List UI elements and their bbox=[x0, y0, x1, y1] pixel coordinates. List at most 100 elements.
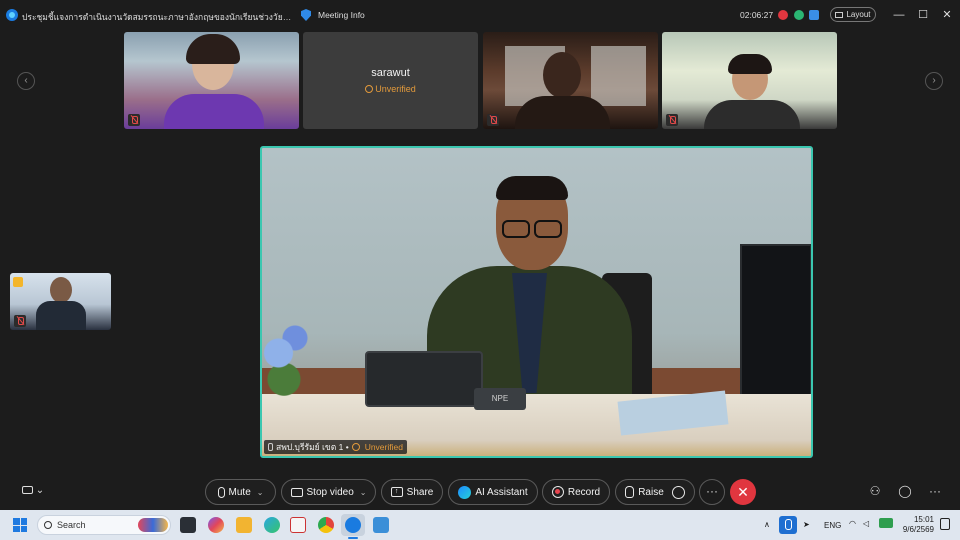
minimize-button[interactable]: — bbox=[892, 8, 906, 22]
tray-send-icon[interactable]: ➤ bbox=[803, 520, 810, 529]
window-curtain bbox=[591, 46, 646, 106]
background-monitor bbox=[740, 244, 811, 396]
camera-icon bbox=[290, 487, 303, 497]
notifications-icon[interactable] bbox=[940, 518, 950, 530]
windows-taskbar: Search ∧ ➤ ENG ◠ ◁ 15:01 9/6/2569 bbox=[0, 510, 960, 540]
mic-muted-icon bbox=[666, 114, 678, 126]
mic-muted-icon bbox=[128, 114, 140, 126]
meeting-controls: ⌄ Mute ⌄ Stop video ⌄ ↑ Share AI Assista… bbox=[0, 478, 960, 508]
edge-icon[interactable] bbox=[264, 517, 280, 533]
self-body bbox=[36, 301, 86, 330]
connection-status-icon[interactable] bbox=[794, 10, 804, 20]
more-panels-icon[interactable]: ··· bbox=[927, 483, 943, 499]
tablet-device bbox=[365, 351, 483, 407]
captions-button[interactable]: ⌄ bbox=[22, 485, 44, 496]
record-icon bbox=[551, 486, 564, 498]
battery-icon[interactable] bbox=[879, 518, 893, 528]
tray-overflow-icon[interactable]: ∧ bbox=[764, 520, 770, 529]
warning-icon bbox=[351, 443, 360, 451]
active-app-indicator bbox=[348, 537, 358, 539]
share-label: Share bbox=[406, 486, 434, 498]
webex-logo-icon bbox=[6, 9, 18, 21]
participant-hair bbox=[728, 54, 772, 74]
ai-assistant-label: AI Assistant bbox=[475, 486, 528, 498]
volume-icon[interactable]: ◁ bbox=[863, 519, 869, 528]
participant-tile[interactable] bbox=[483, 32, 658, 129]
mic-icon bbox=[268, 443, 273, 451]
mic-muted-icon bbox=[14, 315, 26, 327]
file-explorer-icon[interactable] bbox=[236, 517, 252, 533]
next-page-button[interactable]: › bbox=[925, 72, 943, 90]
webex-meeting-window: ประชุมชี้แจงการดำเนินงานวัดสมรรถนะภาษาอั… bbox=[0, 0, 960, 510]
meeting-info-link[interactable]: Meeting Info bbox=[318, 10, 365, 20]
speaker-name-label: สพป.บุรีรัมย์ เขต 1 • Unverified bbox=[264, 440, 407, 454]
desk-microphone: NPE bbox=[474, 388, 526, 410]
maximize-button[interactable]: ☐ bbox=[916, 8, 930, 22]
microphone-icon bbox=[217, 486, 225, 498]
chevron-down-icon[interactable]: ⌄ bbox=[257, 488, 264, 497]
participant-tile[interactable] bbox=[662, 32, 837, 129]
participant-body bbox=[515, 96, 610, 129]
self-view-tile[interactable] bbox=[10, 273, 111, 330]
layout-icon bbox=[835, 11, 844, 18]
stop-video-button[interactable]: Stop video ⌄ bbox=[281, 479, 376, 505]
flower-vase bbox=[262, 323, 317, 398]
taskbar-search-box[interactable]: Search bbox=[37, 515, 171, 535]
reactions-icon[interactable] bbox=[671, 485, 685, 499]
speaker-name: สพป.บุรีรัมย์ เขต 1 • bbox=[276, 442, 349, 452]
notes-icon[interactable] bbox=[809, 10, 819, 20]
photos-icon[interactable] bbox=[373, 517, 389, 533]
meeting-title: ประชุมชี้แจงการดำเนินงานวัดสมรรถนะภาษาอั… bbox=[22, 12, 292, 22]
mute-label: Mute bbox=[228, 486, 251, 498]
more-options-button[interactable]: ··· bbox=[699, 479, 725, 505]
self-face bbox=[50, 277, 72, 303]
mute-button[interactable]: Mute ⌄ bbox=[205, 479, 276, 505]
chat-icon[interactable]: ◯ bbox=[897, 483, 913, 499]
tray-microphone-icon[interactable] bbox=[779, 516, 797, 534]
recording-indicator-icon[interactable] bbox=[778, 10, 788, 20]
meeting-timer: 02:06:27 bbox=[740, 10, 774, 20]
raised-hand-icon bbox=[13, 277, 23, 287]
prev-page-button[interactable]: ‹ bbox=[17, 72, 35, 90]
windows-start-icon[interactable] bbox=[13, 518, 27, 532]
task-view-icon[interactable] bbox=[180, 517, 196, 533]
participant-tile[interactable]: sarawut Unverified bbox=[303, 32, 478, 129]
layout-button[interactable]: Layout bbox=[830, 7, 876, 22]
webex-taskbar-icon[interactable] bbox=[345, 517, 361, 533]
taskbar-time: 15:01 bbox=[913, 515, 934, 524]
speaker-unverified: Unverified bbox=[364, 442, 403, 452]
active-speaker-video[interactable]: NPE สพป.บุรีรัมย์ เขต 1 • Unverified bbox=[260, 146, 813, 458]
media-player-icon[interactable] bbox=[290, 517, 306, 533]
input-language[interactable]: ENG bbox=[824, 521, 841, 530]
title-bar: ประชุมชี้แจงการดำเนินงานวัดสมรรถนะภาษาอั… bbox=[0, 0, 960, 30]
end-call-button[interactable]: ✕ bbox=[730, 479, 756, 505]
search-icon bbox=[44, 521, 52, 529]
mic-muted-icon bbox=[487, 114, 499, 126]
participant-body bbox=[164, 94, 264, 129]
shield-icon[interactable] bbox=[301, 9, 311, 21]
wifi-icon[interactable]: ◠ bbox=[849, 519, 856, 528]
captions-chevron: ⌄ bbox=[35, 485, 45, 496]
copilot-icon[interactable] bbox=[208, 517, 224, 533]
participant-tile[interactable] bbox=[124, 32, 299, 129]
search-placeholder: Search bbox=[57, 520, 86, 530]
ai-assistant-button[interactable]: AI Assistant bbox=[448, 479, 538, 505]
participant-name: sarawut bbox=[371, 67, 410, 79]
taskbar-clock[interactable]: 15:01 9/6/2569 bbox=[902, 515, 934, 535]
ai-assistant-icon bbox=[458, 485, 472, 499]
participants-icon[interactable]: ⚇ bbox=[867, 483, 883, 499]
unverified-status: Unverified bbox=[303, 84, 478, 94]
record-button[interactable]: Record bbox=[542, 479, 610, 505]
chevron-down-icon[interactable]: ⌄ bbox=[360, 488, 367, 497]
speaker-glasses bbox=[502, 220, 562, 238]
raise-label: Raise bbox=[638, 486, 664, 498]
search-highlight-icon bbox=[138, 518, 168, 532]
chrome-icon[interactable] bbox=[318, 517, 334, 533]
unverified-label: Unverified bbox=[375, 84, 416, 94]
participant-face bbox=[543, 52, 581, 98]
close-window-button[interactable]: ✕ bbox=[940, 8, 954, 22]
share-button[interactable]: ↑ Share bbox=[381, 479, 443, 505]
hand-icon bbox=[625, 486, 635, 498]
raise-hand-button[interactable]: Raise bbox=[615, 479, 695, 505]
captions-icon bbox=[22, 486, 33, 494]
